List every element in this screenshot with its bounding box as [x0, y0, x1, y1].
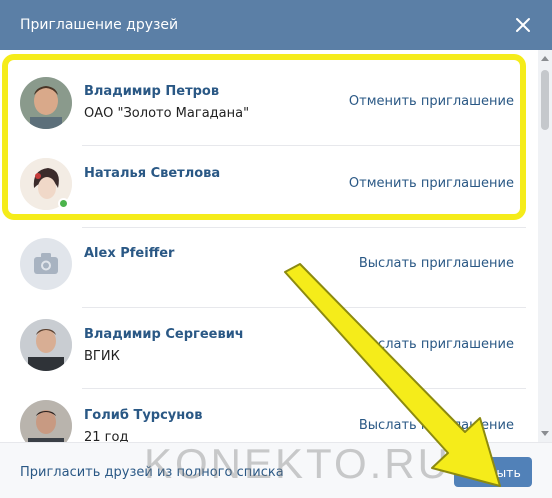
friend-name[interactable]: Наталья Светлова — [84, 166, 220, 181]
invite-from-full-list-link[interactable]: Пригласить друзей из полного списка — [20, 465, 284, 480]
online-indicator — [58, 198, 69, 209]
scroll-down-icon[interactable] — [541, 431, 549, 436]
friend-subtitle: ВГИК — [84, 349, 120, 364]
close-button[interactable]: Закрыть — [454, 457, 532, 487]
scrollbar[interactable] — [538, 50, 552, 442]
avatar[interactable] — [20, 238, 72, 290]
friend-row: Голиб Турсунов 21 год Выслать приглашени… — [0, 388, 538, 442]
send-invite-link[interactable]: Выслать приглашение — [359, 256, 514, 271]
friend-name[interactable]: Владимир Петров — [84, 84, 219, 99]
avatar[interactable] — [20, 400, 72, 442]
friends-list: Владимир Петров ОАО "Золото Магадана" От… — [0, 50, 538, 442]
cancel-invite-link[interactable]: Отменить приглашение — [349, 94, 514, 109]
friend-name[interactable]: Владимир Сергеевич — [84, 327, 244, 342]
scroll-up-icon[interactable] — [541, 56, 549, 61]
friend-row: Наталья Светлова Отменить приглашение — [0, 146, 538, 228]
friend-name[interactable]: Alex Pfeiffer — [84, 246, 174, 261]
dialog-footer: Пригласить друзей из полного списка Закр… — [0, 442, 552, 498]
friend-row: Владимир Петров ОАО "Золото Магадана" От… — [0, 64, 538, 146]
friend-subtitle: 21 год — [84, 430, 129, 442]
camera-icon — [34, 253, 58, 274]
send-invite-link[interactable]: Выслать приглашение — [359, 337, 514, 352]
cancel-invite-link[interactable]: Отменить приглашение — [349, 176, 514, 191]
dialog-title: Приглашение друзей — [20, 17, 179, 33]
dialog-header: Приглашение друзей — [0, 0, 552, 50]
send-invite-link[interactable]: Выслать приглашение — [359, 418, 514, 433]
friend-row: Владимир Сергеевич ВГИК Выслать приглаше… — [0, 307, 538, 389]
avatar[interactable] — [20, 319, 72, 371]
close-icon[interactable] — [514, 16, 532, 34]
friend-name[interactable]: Голиб Турсунов — [84, 408, 202, 423]
friend-row: Alex Pfeiffer Выслать приглашение — [0, 226, 538, 308]
friend-subtitle: ОАО "Золото Магадана" — [84, 106, 250, 121]
scroll-thumb[interactable] — [541, 70, 549, 130]
avatar[interactable] — [20, 77, 72, 129]
